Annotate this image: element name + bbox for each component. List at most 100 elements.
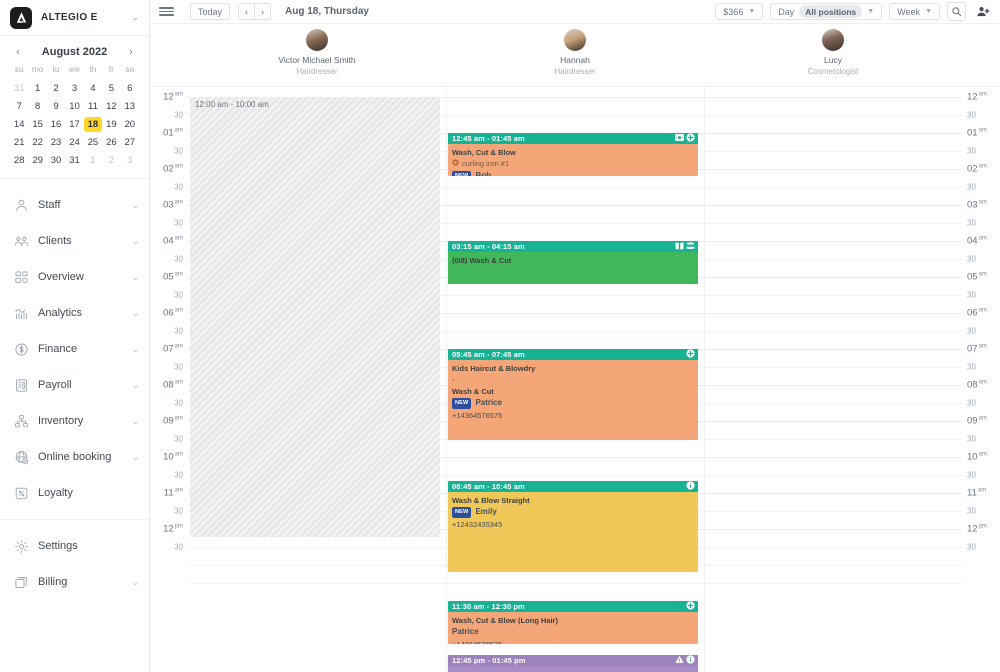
calendar-body[interactable]: 12am 30 01am 30 02am 30 03am 30 04am 30 05am 30 06am… [150,87,1000,672]
calendar-day[interactable]: 21 [10,135,28,150]
calendar-day[interactable]: 9 [47,99,65,114]
sidebar-item-online-booking[interactable]: Online booking ⌄ [0,439,149,475]
revenue-dropdown[interactable]: $366 ▼ [715,3,764,20]
time-label-half: 30 [967,362,976,372]
calendar-day[interactable]: 7 [10,99,28,114]
sidebar-item-analytics[interactable]: Analytics ⌄ [0,295,149,331]
calendar-day[interactable]: 22 [28,135,46,150]
chevron-down-icon[interactable]: ⌄ [132,453,139,462]
chevron-down-icon[interactable]: ⌄ [131,12,139,23]
calendar-day[interactable]: 16 [47,117,65,132]
calendar-day[interactable]: 17 [65,117,83,132]
appointment-block[interactable]: 12:45 pm - 01:45 pm [448,655,698,672]
calendar-day[interactable]: 4 [84,81,102,96]
calendar-day[interactable]: 3 [65,81,83,96]
sidebar-item-staff[interactable]: Staff ⌄ [0,187,149,223]
chevron-down-icon[interactable]: ⌄ [132,578,139,587]
staff-column[interactable]: Victor Michael Smith Hairdresser [188,24,446,86]
sidebar-item-payroll[interactable]: Payroll ⌄ [0,367,149,403]
calendar-day[interactable]: 8 [28,99,46,114]
sidebar-nav: Staff ⌄ Clients ⌄ Overview ⌄ Analytics ⌄ Finance… [0,179,149,511]
calendar-day[interactable]: 20 [121,117,139,132]
add-user-icon[interactable] [973,2,992,21]
gift-icon[interactable] [675,241,684,252]
view-dropdown[interactable]: Week ▼ [889,3,940,20]
staff-column[interactable]: Hannah Hairdresser [446,24,704,86]
calendar-day[interactable]: 27 [121,135,139,150]
sidebar-item-loyalty[interactable]: Loyalty [0,475,149,511]
chevron-down-icon[interactable]: ⌄ [132,201,139,210]
search-icon[interactable] [947,2,966,21]
calendar-next-month-button[interactable]: › [125,46,137,58]
calendar-day[interactable]: 28 [10,153,28,168]
calendar-day[interactable]: 31 [10,81,28,96]
calendar-day[interactable]: 10 [65,99,83,114]
appointment-block[interactable]: 12:45 am - 01:45 am Wash, Cut & Blow curli… [448,133,698,176]
chevron-down-icon[interactable]: ⌄ [132,417,139,426]
calendar-day[interactable]: 14 [10,117,28,132]
sidebar-item-clients[interactable]: Clients ⌄ [0,223,149,259]
schedule-grid[interactable]: 12:00 am - 10:00 am 12:45 am - 01:45 am Wa… [188,87,962,672]
prev-day-button[interactable]: ‹ [238,3,256,20]
appointment-block[interactable]: 08:45 am - 10:45 am Wash & Blow Straight n… [448,481,698,572]
plus-circle-icon[interactable] [686,601,695,612]
calendar-day[interactable]: 30 [47,153,65,168]
chevron-down-icon[interactable]: ⌄ [132,309,139,318]
calendar-day[interactable]: 3 [121,153,139,168]
chevron-down-icon[interactable]: ⌄ [132,345,139,354]
chevron-down-icon[interactable]: ⌄ [132,381,139,390]
next-day-button[interactable]: › [255,3,272,20]
calendar-day[interactable]: 2 [102,153,120,168]
sidebar-item-inventory[interactable]: Inventory ⌄ [0,403,149,439]
avatar[interactable] [564,29,586,51]
info-icon[interactable] [686,655,695,666]
calendar-day[interactable]: 19 [102,117,120,132]
calendar-day[interactable]: 1 [84,153,102,168]
calendar-day[interactable]: 13 [121,99,139,114]
blocked-time-slot[interactable]: 12:00 am - 10:00 am [190,97,440,537]
calendar-day[interactable]: 1 [28,81,46,96]
calendar-day[interactable]: 24 [65,135,83,150]
info-icon[interactable] [686,481,695,492]
calendar-prev-month-button[interactable]: ‹ [12,46,24,58]
time-label-hour: 10am [967,451,987,463]
staff-column[interactable]: Lucy Cosmetologist [704,24,962,86]
group-icon[interactable] [686,241,695,252]
calendar-day[interactable]: 2 [47,81,65,96]
appointment-block[interactable]: 11:30 am - 12:30 pm Wash, Cut & Blow (Lon… [448,601,698,644]
prev-next-group: ‹ › [238,3,272,20]
calendar-day-selected[interactable]: 18 [83,117,103,132]
calendar-day[interactable]: 31 [65,153,83,168]
calendar-dow: fr [108,64,114,74]
avatar[interactable] [306,29,328,51]
calendar-day[interactable]: 11 [84,99,102,114]
calendar-day[interactable]: 12 [102,99,120,114]
calendar-day[interactable]: 25 [84,135,102,150]
chevron-down-icon[interactable]: ⌄ [132,237,139,246]
time-label-hour: 01am [967,127,987,139]
appointment-subtitle: - [452,375,455,385]
appointment-block[interactable]: 03:15 am - 04:15 am (0/8) Wash & Cut [448,241,698,284]
alert-icon[interactable] [675,655,684,666]
chevron-down-icon[interactable]: ⌄ [132,273,139,282]
sidebar-item-overview[interactable]: Overview ⌄ [0,259,149,295]
hamburger-icon[interactable] [156,7,174,16]
calendar-day[interactable]: 5 [102,81,120,96]
calendar-day[interactable]: 6 [121,81,139,96]
plus-circle-icon[interactable] [686,133,695,144]
positions-dropdown[interactable]: Day All positions ▼ [770,3,883,20]
appointment-block[interactable]: 05:45 am - 07:45 am Kids Haircut & Blowdr… [448,349,698,440]
sidebar-item-finance[interactable]: Finance ⌄ [0,331,149,367]
appointment-phone: +14364576575 [452,639,694,644]
plus-circle-icon[interactable] [686,349,695,360]
calendar-day[interactable]: 29 [28,153,46,168]
today-button[interactable]: Today [190,3,231,20]
avatar[interactable] [822,29,844,51]
brand-header[interactable]: ALTEGIO E ⌄ [0,0,149,36]
money-icon[interactable] [675,134,684,143]
calendar-day[interactable]: 15 [28,117,46,132]
calendar-day[interactable]: 23 [47,135,65,150]
sidebar-item-settings[interactable]: Settings [0,528,149,564]
calendar-day[interactable]: 26 [102,135,120,150]
sidebar-item-billing[interactable]: Billing ⌄ [0,564,149,600]
